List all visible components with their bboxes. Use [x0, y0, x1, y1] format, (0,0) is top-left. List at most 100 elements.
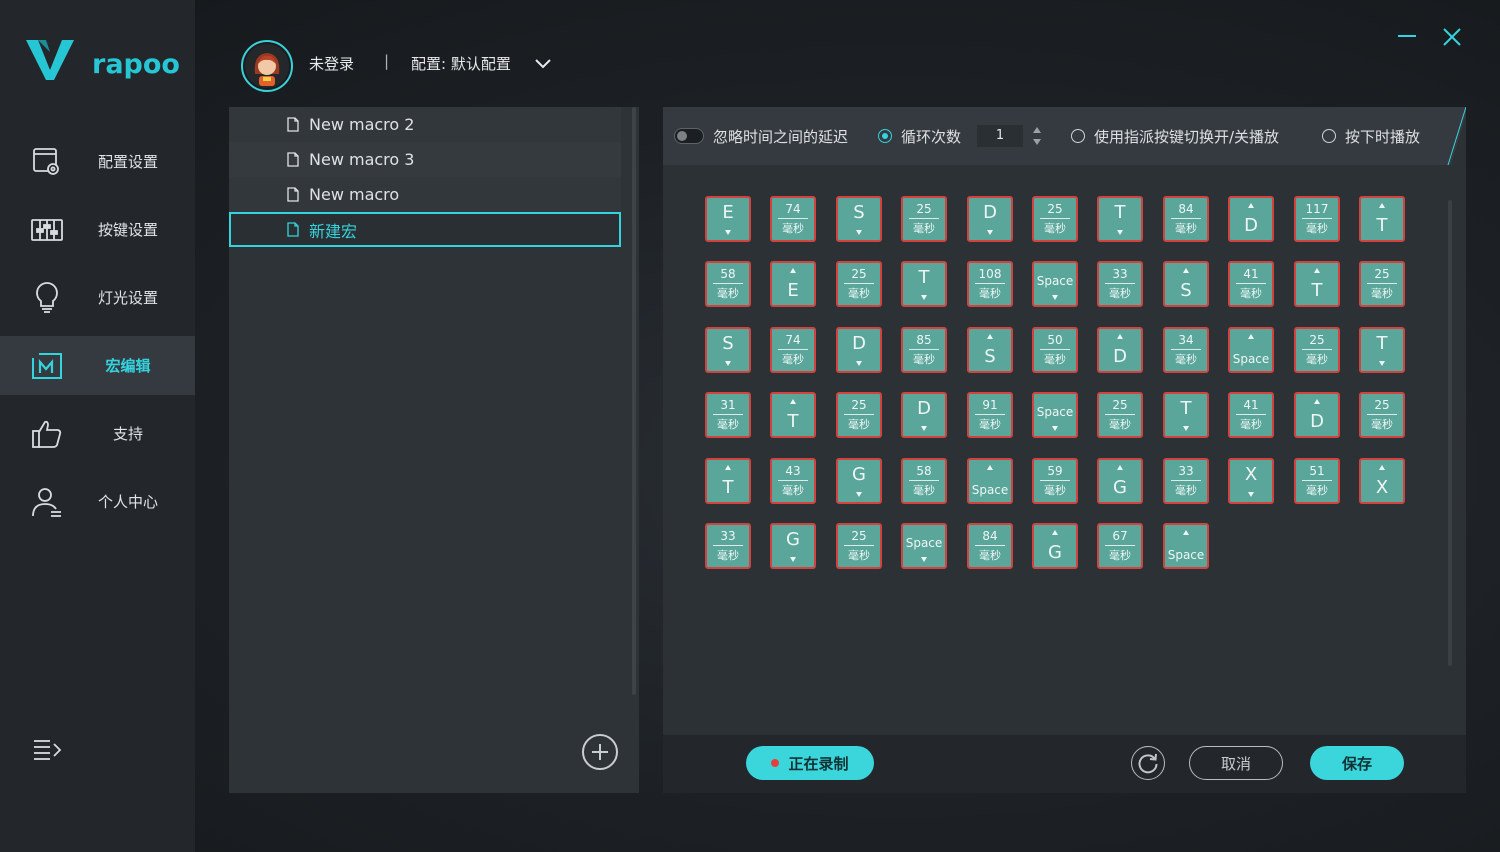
- delay-step-tile[interactable]: 108 毫秒: [967, 261, 1013, 307]
- key-up-step-tile[interactable]: Space: [967, 458, 1013, 504]
- key-up-step-tile[interactable]: D: [1228, 196, 1274, 242]
- delay-unit: 毫秒: [848, 287, 870, 300]
- ignore-delay-label: 忽略时间之间的延迟: [713, 128, 849, 146]
- delay-step-tile[interactable]: 58 毫秒: [901, 458, 947, 504]
- delay-step-tile[interactable]: 59 毫秒: [1032, 458, 1078, 504]
- config-selector-label[interactable]: 配置: 默认配置: [411, 53, 511, 74]
- key-down-step-tile[interactable]: G: [770, 523, 816, 569]
- key-down-step-tile[interactable]: S: [836, 196, 882, 242]
- save-button[interactable]: 保存: [1310, 746, 1404, 780]
- ignore-delay-toggle[interactable]: [674, 128, 704, 144]
- delay-step-tile[interactable]: 91 毫秒: [967, 392, 1013, 438]
- delay-step-tile[interactable]: 25 毫秒: [901, 196, 947, 242]
- avatar[interactable]: [241, 40, 293, 92]
- macro-list-item[interactable]: New macro 2: [229, 107, 621, 142]
- minimize-icon[interactable]: [1396, 26, 1418, 46]
- delay-step-tile[interactable]: 25 毫秒: [1097, 392, 1143, 438]
- cancel-button[interactable]: 取消: [1189, 746, 1283, 780]
- delay-step-tile[interactable]: 34 毫秒: [1163, 327, 1209, 373]
- key-up-step-tile[interactable]: S: [1163, 261, 1209, 307]
- delay-step-tile[interactable]: 84 毫秒: [1163, 196, 1209, 242]
- delay-step-tile[interactable]: 25 毫秒: [1294, 327, 1340, 373]
- toggle-assign-radio[interactable]: [1071, 129, 1085, 143]
- key-down-step-tile[interactable]: Space: [1032, 392, 1078, 438]
- key-up-step-tile[interactable]: T: [1359, 196, 1405, 242]
- key-down-step-tile[interactable]: X: [1228, 458, 1274, 504]
- close-icon[interactable]: [1440, 26, 1464, 48]
- sidebar-item-macro[interactable]: 宏编辑: [0, 336, 195, 395]
- key-down-step-tile[interactable]: T: [1163, 392, 1209, 438]
- key-up-step-tile[interactable]: T: [770, 392, 816, 438]
- key-up-step-tile[interactable]: G: [1032, 523, 1078, 569]
- sidebar-item-user-center[interactable]: 个人中心: [0, 472, 195, 531]
- delay-step-tile[interactable]: 51 毫秒: [1294, 458, 1340, 504]
- delay-step-tile[interactable]: 25 毫秒: [836, 523, 882, 569]
- key-settings-icon: [30, 213, 64, 247]
- delay-step-tile[interactable]: 67 毫秒: [1097, 523, 1143, 569]
- key-down-step-tile[interactable]: T: [901, 261, 947, 307]
- delay-step-tile[interactable]: 33 毫秒: [705, 523, 751, 569]
- key-down-step-tile[interactable]: D: [836, 327, 882, 373]
- delay-step-tile[interactable]: 25 毫秒: [836, 261, 882, 307]
- delay-step-tile[interactable]: 25 毫秒: [836, 392, 882, 438]
- delay-step-tile[interactable]: 84 毫秒: [967, 523, 1013, 569]
- key-down-step-tile[interactable]: T: [1359, 327, 1405, 373]
- delay-step-tile[interactable]: 25 毫秒: [1359, 392, 1405, 438]
- macro-list-scrollbar[interactable]: [632, 107, 636, 695]
- key-down-step-tile[interactable]: G: [836, 458, 882, 504]
- key-up-step-tile[interactable]: G: [1097, 458, 1143, 504]
- loop-count-stepper[interactable]: [1031, 125, 1043, 147]
- delay-step-tile[interactable]: 25 毫秒: [1032, 196, 1078, 242]
- delay-value: 25: [1309, 333, 1325, 347]
- key-up-step-tile[interactable]: X: [1359, 458, 1405, 504]
- key-up-step-tile[interactable]: E: [770, 261, 816, 307]
- delay-step-tile[interactable]: 74 毫秒: [770, 196, 816, 242]
- key-up-step-tile[interactable]: S: [967, 327, 1013, 373]
- hold-play-radio[interactable]: [1322, 129, 1336, 143]
- login-status[interactable]: 未登录: [309, 53, 354, 74]
- key-down-step-tile[interactable]: Space: [1032, 261, 1078, 307]
- key-up-step-tile[interactable]: T: [705, 458, 751, 504]
- delay-step-tile[interactable]: 33 毫秒: [1097, 261, 1143, 307]
- loop-count-radio[interactable]: [878, 129, 892, 143]
- macro-steps-scrollbar[interactable]: [1448, 200, 1452, 666]
- key-down-step-tile[interactable]: S: [705, 327, 751, 373]
- menu-collapse-icon[interactable]: [30, 735, 64, 765]
- macro-list-item-selected[interactable]: 新建宏: [229, 212, 621, 247]
- key-up-step-tile[interactable]: Space: [1163, 523, 1209, 569]
- delay-value: 67: [1112, 529, 1128, 543]
- recording-button[interactable]: 正在录制: [746, 746, 874, 780]
- macro-list-item[interactable]: New macro 3: [229, 142, 621, 177]
- delay-step-tile[interactable]: 117 毫秒: [1294, 196, 1340, 242]
- chevron-down-icon[interactable]: [533, 55, 553, 71]
- delay-step-tile[interactable]: 43 毫秒: [770, 458, 816, 504]
- delay-step-tile[interactable]: 25 毫秒: [1359, 261, 1405, 307]
- key-down-step-tile[interactable]: D: [901, 392, 947, 438]
- macro-list-item[interactable]: New macro: [229, 177, 621, 212]
- refresh-button[interactable]: [1131, 746, 1165, 780]
- key-down-step-tile[interactable]: E: [705, 196, 751, 242]
- add-macro-button[interactable]: [582, 734, 618, 770]
- sidebar-item-label: 灯光设置: [97, 289, 158, 307]
- key-up-step-tile[interactable]: D: [1294, 392, 1340, 438]
- loop-count-input[interactable]: 1: [977, 125, 1023, 147]
- delay-step-tile[interactable]: 74 毫秒: [770, 327, 816, 373]
- key-down-step-tile[interactable]: Space: [901, 523, 947, 569]
- key-up-step-tile[interactable]: T: [1294, 261, 1340, 307]
- sidebar-item-lighting[interactable]: 灯光设置: [0, 268, 195, 327]
- delay-step-tile[interactable]: 58 毫秒: [705, 261, 751, 307]
- key-down-step-tile[interactable]: T: [1097, 196, 1143, 242]
- key-up-step-tile[interactable]: Space: [1228, 327, 1274, 373]
- key-up-step-tile[interactable]: D: [1097, 327, 1143, 373]
- delay-step-tile[interactable]: 31 毫秒: [705, 392, 751, 438]
- delay-step-tile[interactable]: 33 毫秒: [1163, 458, 1209, 504]
- delay-step-tile[interactable]: 41 毫秒: [1228, 392, 1274, 438]
- macro-name: New macro: [309, 185, 400, 204]
- sidebar-item-key-settings[interactable]: 按键设置: [0, 200, 195, 259]
- delay-step-tile[interactable]: 85 毫秒: [901, 327, 947, 373]
- delay-step-tile[interactable]: 50 毫秒: [1032, 327, 1078, 373]
- delay-step-tile[interactable]: 41 毫秒: [1228, 261, 1274, 307]
- sidebar-item-support[interactable]: 支持: [0, 404, 195, 463]
- sidebar-item-config[interactable]: 配置设置: [0, 132, 195, 191]
- key-down-step-tile[interactable]: D: [967, 196, 1013, 242]
